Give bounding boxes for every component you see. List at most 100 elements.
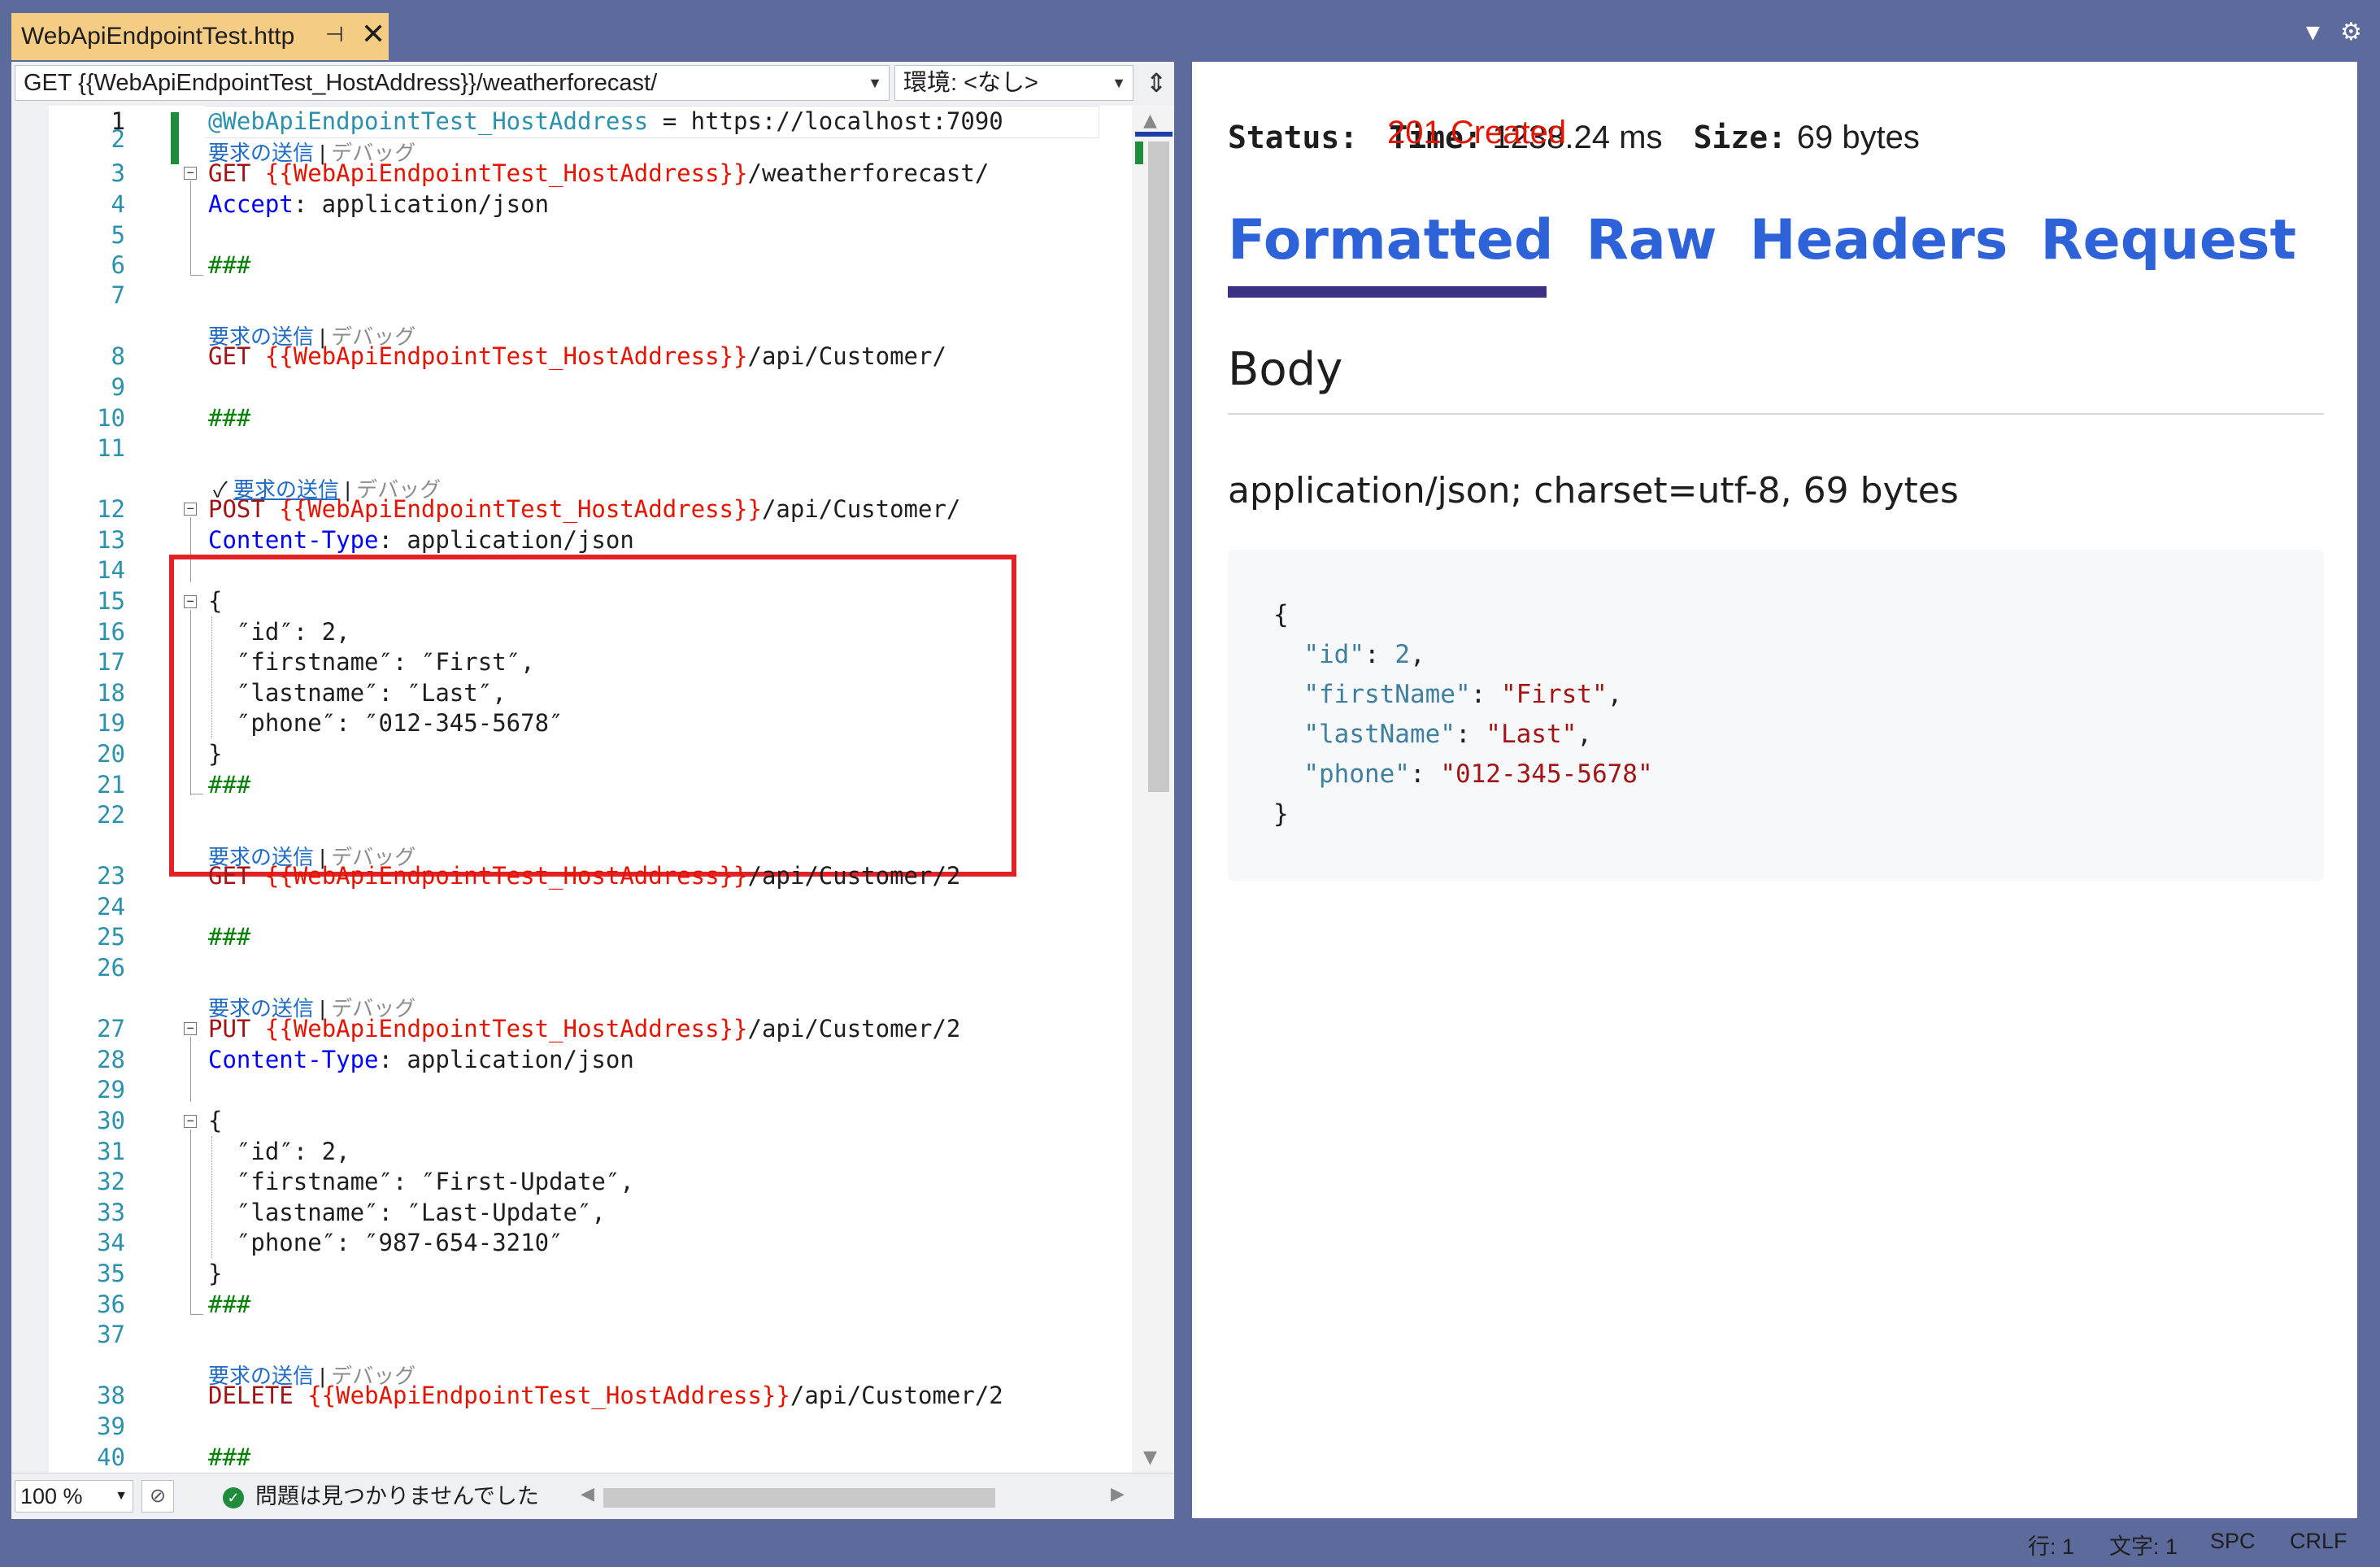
line-number: 6	[111, 251, 125, 279]
scroll-down-icon[interactable]: ▼	[1143, 1447, 1157, 1468]
fold-guide	[190, 1130, 191, 1315]
fold-toggle-icon[interactable]: −	[184, 1115, 197, 1128]
line-number: 33	[97, 1199, 125, 1226]
line-number: 14	[97, 556, 125, 584]
line-ending-indicator[interactable]: CRLF	[2290, 1529, 2347, 1554]
line-indicator[interactable]: 行: 1	[2028, 1529, 2074, 1560]
line-number: 5	[111, 221, 125, 249]
chevron-down-icon: ▼	[115, 1489, 128, 1503]
request-variable: {{WebApiEndpointTest_HostAddress}}	[250, 1015, 748, 1042]
request-path: /api/Customer/	[747, 342, 946, 370]
header-value: : application/json	[378, 1046, 634, 1073]
json-key: "firstName"	[1303, 680, 1471, 709]
http-method: POST	[208, 495, 265, 523]
request-selector[interactable]: GET {{WebApiEndpointTest_HostAddress}}/w…	[15, 65, 890, 101]
tab-raw[interactable]: Raw	[1586, 208, 1717, 272]
split-editor-icon[interactable]: ⇕	[1143, 65, 1169, 101]
issues-text: 問題は見つかりませんでした	[255, 1484, 539, 1508]
request-path: /api/Customer/2	[747, 862, 961, 890]
code-line-31: ″id″: 2,	[208, 1138, 350, 1165]
header-value: : application/json	[378, 526, 634, 554]
scroll-right-icon[interactable]: ▶	[1111, 1483, 1125, 1504]
line-number: 16	[97, 618, 125, 646]
variable-value: = https://localhost:7090	[648, 107, 1003, 135]
code-line-33: ″lastname″: ″Last-Update″,	[208, 1199, 606, 1226]
fold-toggle-icon[interactable]: −	[184, 167, 197, 180]
request-separator: ###	[208, 404, 251, 432]
zoom-selector[interactable]: 100 % ▼	[15, 1480, 133, 1513]
line-number: 10	[97, 404, 125, 432]
tab-request[interactable]: Request	[2040, 208, 2296, 272]
intellicode-icon[interactable]: ⊘	[141, 1480, 174, 1513]
tab-headers[interactable]: Headers	[1750, 208, 2008, 272]
request-path: /api/Customer/	[761, 495, 961, 523]
code-line-27: PUT {{WebApiEndpointTest_HostAddress}}/a…	[208, 1013, 960, 1044]
size-label: Size:	[1693, 120, 1786, 155]
pin-icon[interactable]: ⊣	[325, 23, 344, 47]
json-code: { "id": 2, "firstName": "First", "lastNa…	[1273, 600, 1653, 829]
change-indicator	[171, 112, 179, 164]
line-number: 20	[97, 740, 125, 768]
divider	[1228, 413, 2324, 415]
json-value: "First"	[1500, 680, 1608, 709]
request-variable: {{WebApiEndpointTest_HostAddress}}	[250, 159, 748, 187]
request-variable: {{WebApiEndpointTest_HostAddress}}	[250, 342, 748, 370]
close-icon[interactable]: ✕	[361, 18, 385, 51]
variable-name: @WebApiEndpointTest_HostAddress	[208, 107, 649, 135]
line-number: 23	[97, 862, 125, 890]
char-indicator[interactable]: 文字: 1	[2109, 1529, 2178, 1560]
horizontal-scrollbar-thumb[interactable]	[603, 1488, 995, 1508]
window-status-bar: 行: 1 文字: 1 SPC CRLF	[2017, 1521, 2374, 1561]
code-line-12: POST {{WebApiEndpointTest_HostAddress}}/…	[208, 494, 960, 525]
json-key: "phone"	[1303, 760, 1410, 789]
fold-guide	[190, 181, 191, 275]
tab-list-dropdown-icon[interactable]: ▼	[2306, 23, 2320, 43]
fold-toggle-icon[interactable]: −	[184, 503, 197, 516]
code-line-35: }	[208, 1260, 223, 1287]
issues-indicator[interactable]: ✓ 問題は見つかりませんでした	[223, 1482, 539, 1511]
fold-toggle-icon[interactable]: −	[184, 1022, 197, 1035]
code-line-30: {	[208, 1107, 223, 1134]
line-number: 2	[111, 125, 125, 153]
http-method: DELETE	[208, 1382, 294, 1409]
code-line-3: GET {{WebApiEndpointTest_HostAddress}}/w…	[208, 158, 989, 189]
document-tab[interactable]: WebApiEndpointTest.http ⊣ ✕	[11, 13, 389, 60]
code-editor[interactable]: 1 2 3 4 5 6 7 8 9 10 11 12 13 14 15 16 1…	[49, 106, 1132, 1473]
line-number: 37	[97, 1321, 125, 1348]
line-number: 9	[111, 373, 125, 401]
scrollbar-thumb[interactable]	[1148, 141, 1169, 792]
tab-formatted[interactable]: Formatted	[1228, 208, 1554, 272]
zoom-value: 100 %	[20, 1484, 83, 1508]
active-tab-indicator	[1228, 286, 1547, 298]
line-number: 29	[97, 1076, 125, 1103]
gear-icon[interactable]: ⚙	[2340, 18, 2362, 46]
whitespace-indicator[interactable]: SPC	[2210, 1529, 2256, 1554]
header-name: Content-Type	[208, 526, 379, 554]
line-number: 30	[97, 1107, 125, 1134]
line-number: 34	[97, 1229, 125, 1256]
line-number: 17	[97, 648, 125, 676]
environment-selector[interactable]: 環境: <なし> ▼	[894, 65, 1133, 101]
document-tab-title: WebApiEndpointTest.http	[21, 23, 295, 50]
line-number: 25	[97, 923, 125, 951]
line-number: 35	[97, 1260, 125, 1287]
line-number: 11	[97, 434, 125, 462]
response-pane: Status: 201 Created Time: 1238.24 ms Siz…	[1192, 62, 2357, 1518]
header-name: Accept	[208, 190, 294, 218]
line-number: 36	[97, 1291, 125, 1318]
request-separator: ###	[208, 923, 251, 951]
vertical-scrollbar[interactable]: ▲ ▼	[1132, 106, 1174, 1473]
change-marker	[1135, 141, 1143, 164]
annotation-highlight-box	[169, 555, 1016, 877]
line-number: 26	[97, 954, 125, 982]
request-path: /weatherforecast/	[747, 159, 990, 187]
code-line-13: Content-Type: application/json	[208, 525, 634, 555]
request-separator: ###	[208, 1291, 251, 1318]
check-circle-icon: ✓	[223, 1486, 244, 1508]
request-path: /api/Customer/2	[790, 1382, 1003, 1409]
status-label: Status:	[1228, 120, 1359, 155]
scroll-up-icon[interactable]: ▲	[1143, 111, 1157, 131]
request-path: /api/Customer/2	[747, 1015, 961, 1042]
scroll-left-icon[interactable]: ◀	[581, 1483, 594, 1504]
http-editor-pane: GET {{WebApiEndpointTest_HostAddress}}/w…	[11, 62, 1174, 1519]
